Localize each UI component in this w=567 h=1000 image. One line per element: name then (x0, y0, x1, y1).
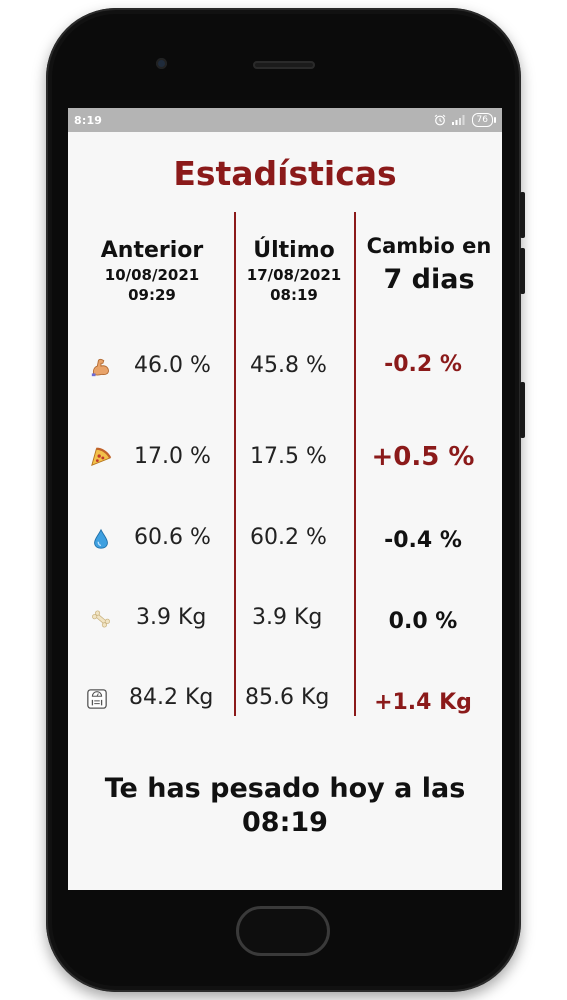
last-weigh-message: Te has pesado hoy a las 08:19 (68, 772, 502, 840)
alarm-icon (434, 114, 445, 126)
battery-icon: 76 (471, 113, 496, 127)
previous-date: 10/08/2021 (104, 266, 200, 284)
front-camera (156, 58, 167, 69)
power-button (520, 382, 525, 438)
change-value: +0.5 % (371, 442, 475, 472)
home-button[interactable] (236, 906, 330, 956)
last-weigh-time: 08:19 (242, 807, 328, 838)
pizza-slice-icon (91, 447, 112, 467)
previous-time: 09:29 (128, 286, 176, 304)
signal-icon (451, 115, 465, 125)
page-title: Estadísticas (173, 154, 397, 193)
change-value: 0.0 % (388, 609, 458, 634)
previous-value: 60.6 % (134, 525, 211, 550)
water-drop-icon (94, 528, 108, 549)
change-column-header: Cambio en 7 dias (356, 234, 502, 295)
latest-label: Último (253, 238, 335, 263)
change-value: -0.4 % (384, 528, 462, 553)
latest-value: 17.5 % (250, 444, 327, 469)
change-value: -0.2 % (384, 352, 462, 377)
previous-label: Anterior (100, 238, 204, 263)
latest-value: 3.9 Kg (252, 605, 323, 630)
battery-level: 76 (471, 113, 493, 127)
volume-down-button (520, 248, 525, 294)
latest-value: 85.6 Kg (245, 685, 330, 710)
status-time: 8:19 (74, 113, 103, 127)
volume-up-button (520, 192, 525, 238)
bone-icon (92, 610, 110, 628)
previous-value: 46.0 % (134, 353, 211, 378)
flexed-biceps-icon (91, 358, 109, 377)
latest-value: 45.8 % (250, 353, 327, 378)
status-icons: 76 (434, 113, 496, 127)
last-weigh-text: Te has pesado hoy a las (104, 773, 466, 804)
latest-time: 08:19 (270, 286, 318, 304)
weight-scale-icon (87, 689, 107, 709)
previous-value: 3.9 Kg (136, 605, 207, 630)
change-label: Cambio en (366, 234, 492, 258)
latest-value: 60.2 % (250, 525, 327, 550)
latest-date: 17/08/2021 (246, 266, 342, 284)
change-value: +1.4 Kg (374, 690, 472, 715)
earpiece-speaker (253, 61, 315, 69)
latest-column-header: Último 17/08/2021 08:19 (234, 238, 354, 305)
status-bar: 8:19 76 (68, 108, 502, 132)
app-screen: 8:19 76 Estadísticas Anterior 10/08/2021 (68, 108, 502, 890)
previous-value: 17.0 % (134, 444, 211, 469)
previous-column-header: Anterior 10/08/2021 09:29 (86, 238, 218, 305)
previous-value: 84.2 Kg (129, 685, 214, 710)
change-period: 7 dias (383, 264, 475, 295)
